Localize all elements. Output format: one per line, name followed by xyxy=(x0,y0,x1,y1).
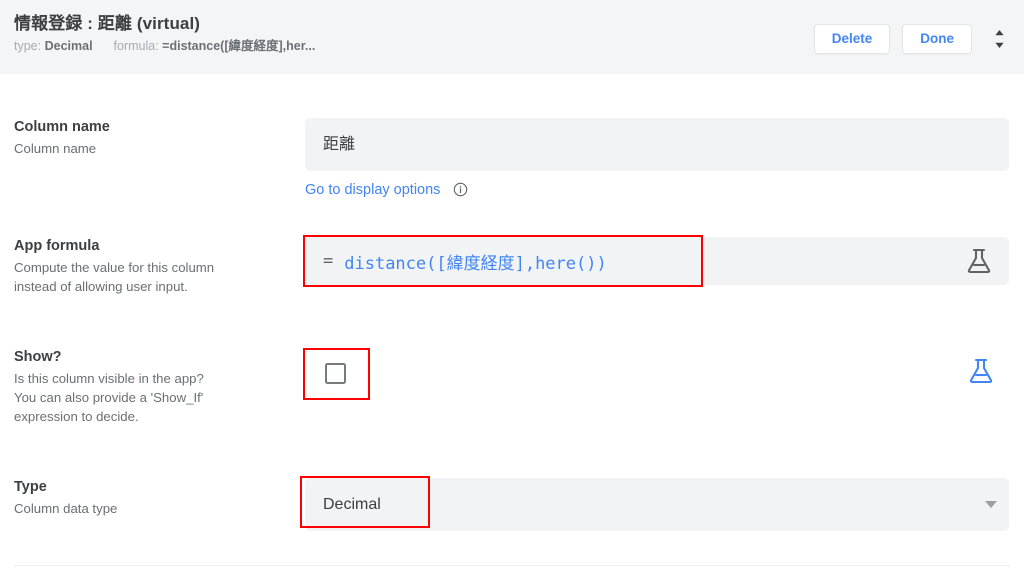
app-formula-label-col: App formula Compute the value for this c… xyxy=(14,237,289,296)
panel-header: 情報登録 : 距離 (virtual) type: Decimal formul… xyxy=(0,0,1024,74)
show-title: Show? xyxy=(14,349,62,365)
done-button[interactable]: Done xyxy=(902,24,972,54)
header-actions: Delete Done xyxy=(813,24,1012,54)
chevron-up-down-icon[interactable] xyxy=(986,24,1012,54)
app-formula-input[interactable]: = distance([緯度経度],here()) xyxy=(305,237,1009,285)
app-formula-desc-line2: instead of allowing user input. xyxy=(14,279,188,294)
app-formula-desc-line1: Compute the value for this column xyxy=(14,260,215,275)
show-desc-line3: expression to decide. xyxy=(14,409,139,424)
app-formula-flask-icon[interactable] xyxy=(966,247,992,280)
type-select[interactable]: Decimal xyxy=(305,478,1009,531)
header-subtitle: type: Decimal formula: =distance([緯度経度],… xyxy=(14,38,315,54)
type-value: Decimal xyxy=(323,495,381,513)
show-flask-icon[interactable] xyxy=(968,357,994,390)
page-title: 情報登録 : 距離 (virtual) xyxy=(14,14,201,33)
show-desc-line1: Is this column visible in the app? xyxy=(14,371,204,386)
show-checkbox[interactable] xyxy=(325,363,346,384)
type-desc: Column data type xyxy=(14,501,118,516)
type-label-col: Type Column data type xyxy=(14,478,289,518)
go-to-display-options-link[interactable]: Go to display options xyxy=(305,181,468,203)
app-formula-equals: = xyxy=(323,251,334,271)
app-formula-expression: distance([緯度経度],here()) xyxy=(344,253,607,274)
header-type-label: type: xyxy=(14,39,42,53)
header-formula-value: =distance([緯度経度],her... xyxy=(162,39,316,53)
header-title-group: 情報登録 : 距離 (virtual) type: Decimal formul… xyxy=(14,13,315,54)
type-title: Type xyxy=(14,479,47,495)
show-label-col: Show? Is this column visible in the app?… xyxy=(14,348,289,426)
column-name-title: Column name xyxy=(14,119,110,135)
bottom-divider xyxy=(14,565,1010,566)
column-name-input[interactable]: 距離 xyxy=(305,118,1009,171)
app-formula-title: App formula xyxy=(14,238,100,254)
delete-button[interactable]: Delete xyxy=(813,24,891,54)
column-name-desc: Column name xyxy=(14,141,97,156)
dropdown-caret-icon[interactable] xyxy=(985,501,997,508)
column-name-label-col: Column name Column name xyxy=(14,118,289,158)
go-to-display-options-label: Go to display options xyxy=(305,182,441,198)
header-type-value: Decimal xyxy=(44,39,93,53)
show-desc-line2: You can also provide a 'Show_If' xyxy=(14,390,204,405)
header-formula-label: formula: xyxy=(113,39,159,53)
info-circle-icon[interactable] xyxy=(453,182,468,203)
column-name-value: 距離 xyxy=(323,135,356,153)
